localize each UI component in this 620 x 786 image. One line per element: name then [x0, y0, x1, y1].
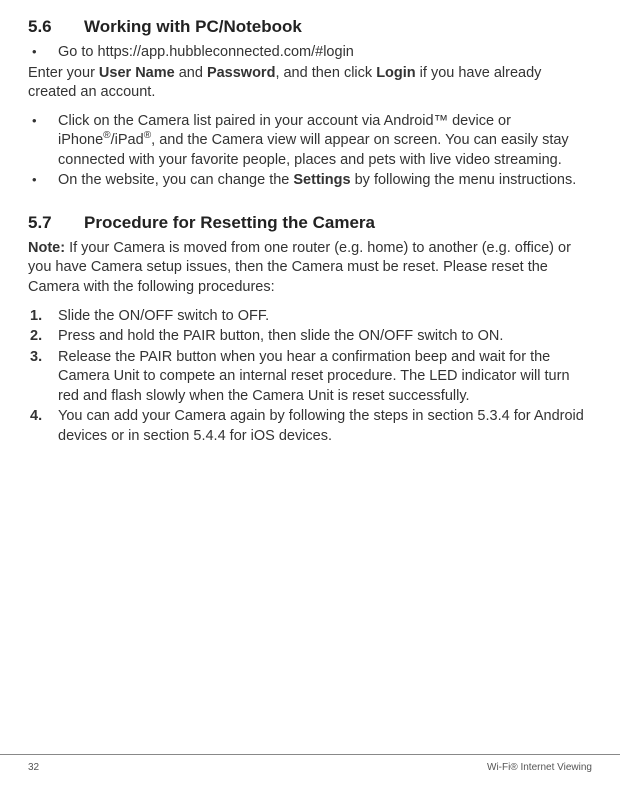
list-item: 1. Slide the ON/OFF switch to OFF.	[28, 307, 592, 327]
text: , and then click	[275, 65, 376, 81]
list-item: 4. You can add your Camera again by foll…	[28, 407, 592, 446]
registered-mark-icon: ®	[103, 130, 110, 141]
footer-right: Wi-Fi® Internet Viewing	[487, 761, 592, 775]
page-footer: 32 Wi-Fi® Internet Viewing	[0, 754, 620, 775]
bullet-marker: •	[28, 171, 58, 191]
list-item: 3. Release the PAIR button when you hear…	[28, 348, 592, 407]
heading-5-7-title: Procedure for Resetting the Camera	[84, 213, 375, 232]
heading-5-7: 5.7Procedure for Resetting the Camera	[28, 212, 592, 235]
text: Go to	[58, 44, 98, 60]
paragraph: Enter your User Name and Password, and t…	[28, 64, 592, 103]
bullet-item: • On the website, you can change the Set…	[28, 171, 592, 191]
login-label: Login	[376, 65, 415, 81]
heading-5-6-title: Working with PC/Notebook	[84, 17, 302, 36]
login-url: https://app.hubbleconnected.com/#login	[98, 44, 354, 60]
bullet-body: Click on the Camera list paired in your …	[58, 112, 592, 171]
document-page: 5.6Working with PC/Notebook • Go to http…	[0, 0, 620, 786]
heading-5-6-number: 5.6	[28, 16, 84, 39]
text: Enter your	[28, 65, 99, 81]
list-number: 3.	[28, 348, 58, 368]
list-item: 2. Press and hold the PAIR button, then …	[28, 327, 592, 347]
settings-label: Settings	[293, 172, 350, 188]
list-body: You can add your Camera again by followi…	[58, 407, 592, 446]
list-body: Release the PAIR button when you hear a …	[58, 348, 592, 407]
text: by following the menu instructions.	[351, 172, 577, 188]
list-number: 1.	[28, 307, 58, 327]
heading-5-7-number: 5.7	[28, 212, 84, 235]
text: /iPad	[111, 132, 144, 148]
bullet-marker: •	[28, 43, 58, 63]
bullet-item: • Click on the Camera list paired in you…	[28, 112, 592, 171]
bullet-body: Go to https://app.hubbleconnected.com/#l…	[58, 43, 592, 63]
note-label: Note:	[28, 240, 65, 256]
list-body: Press and hold the PAIR button, then sli…	[58, 327, 592, 347]
bullet-body: On the website, you can change the Setti…	[58, 171, 592, 191]
note-body: If your Camera is moved from one router …	[28, 240, 571, 295]
list-number: 2.	[28, 327, 58, 347]
list-number: 4.	[28, 407, 58, 427]
username-label: User Name	[99, 65, 175, 81]
note-paragraph: Note: If your Camera is moved from one r…	[28, 239, 592, 298]
bullet-item: • Go to https://app.hubbleconnected.com/…	[28, 43, 592, 63]
list-body: Slide the ON/OFF switch to OFF.	[58, 307, 592, 327]
text: On the website, you can change the	[58, 172, 293, 188]
page-number: 32	[28, 761, 39, 775]
text: and	[175, 65, 207, 81]
heading-5-6: 5.6Working with PC/Notebook	[28, 16, 592, 39]
bullet-marker: •	[28, 112, 58, 132]
password-label: Password	[207, 65, 276, 81]
